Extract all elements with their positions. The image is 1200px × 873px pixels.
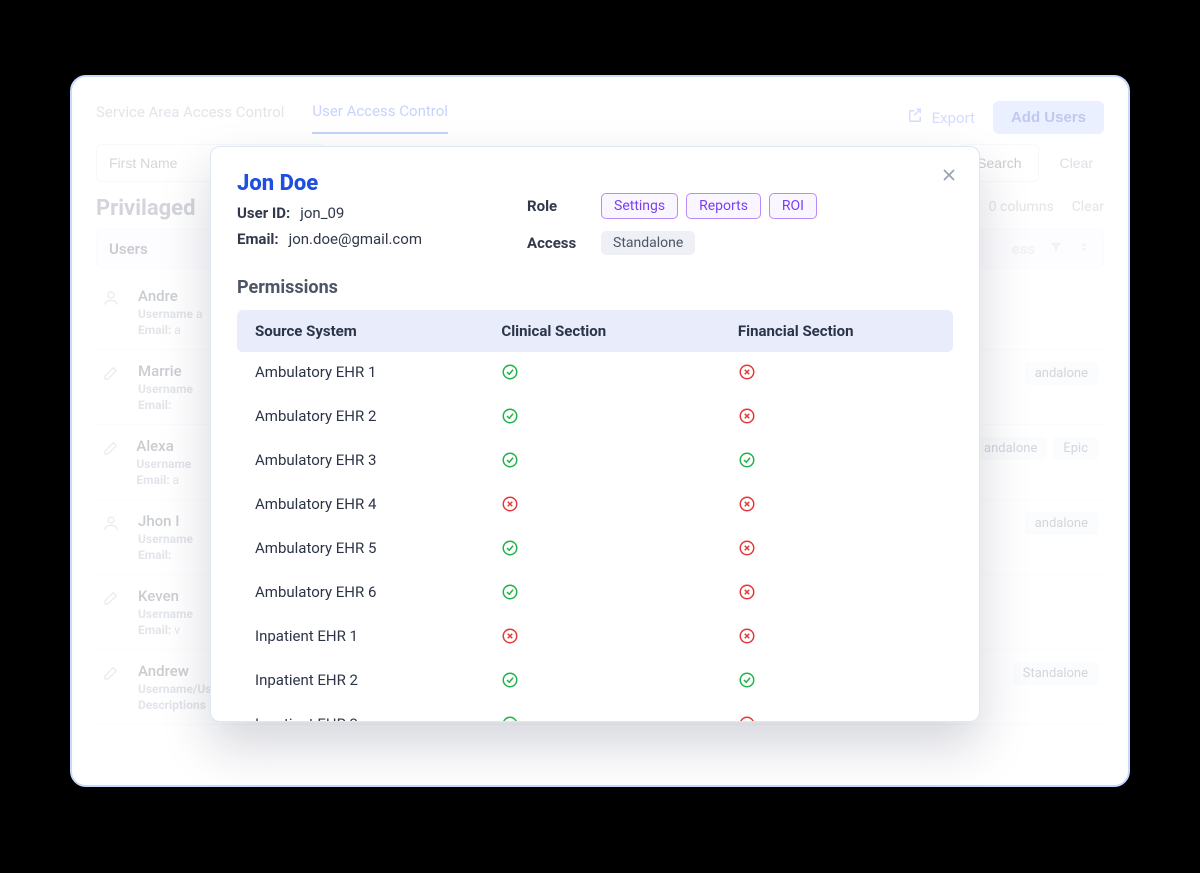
perm-financial [738, 715, 935, 722]
perm-clinical [501, 363, 738, 385]
check-circle-icon [501, 455, 519, 473]
perm-source: Ambulatory EHR 6 [255, 583, 501, 605]
email-label: Email: [237, 230, 279, 248]
permission-row: Ambulatory EHR 1 [237, 352, 953, 396]
permission-row: Ambulatory EHR 3 [237, 440, 953, 484]
perm-clinical [501, 451, 738, 473]
x-circle-icon [738, 631, 756, 649]
close-icon[interactable] [939, 165, 959, 189]
perm-source: Ambulatory EHR 5 [255, 539, 501, 561]
access-label: Access [527, 234, 587, 252]
check-circle-icon [501, 587, 519, 605]
check-circle-icon [501, 719, 519, 722]
modal-user-name: Jon Doe [237, 171, 477, 196]
perm-clinical [501, 407, 738, 429]
email-value: jon.doe@gmail.com [289, 230, 422, 248]
check-circle-icon [501, 543, 519, 561]
perm-clinical [501, 583, 738, 605]
perm-clinical [501, 627, 738, 649]
perm-financial [738, 671, 935, 693]
perm-source: Inpatient EHR 2 [255, 671, 501, 693]
x-circle-icon [738, 719, 756, 722]
perm-col-clinical: Clinical Section [501, 322, 738, 340]
perm-financial [738, 495, 935, 517]
permission-row: Inpatient EHR 3 [237, 704, 953, 722]
x-circle-icon [738, 367, 756, 385]
roles: Settings Reports ROI [601, 193, 825, 219]
user-detail-modal: Jon Doe User ID: jon_09 Email: jon.doe@g… [210, 146, 980, 722]
permission-row: Ambulatory EHR 6 [237, 572, 953, 616]
x-circle-icon [738, 587, 756, 605]
perm-source: Ambulatory EHR 3 [255, 451, 501, 473]
x-circle-icon [501, 499, 519, 517]
perm-financial [738, 627, 935, 649]
permissions-rows: Ambulatory EHR 1 Ambulatory EHR 2 Ambulato… [237, 352, 953, 722]
perm-financial [738, 583, 935, 605]
check-circle-icon [738, 455, 756, 473]
perm-clinical [501, 715, 738, 722]
permission-row: Inpatient EHR 1 [237, 616, 953, 660]
role-chip: Settings [601, 193, 678, 219]
permission-row: Ambulatory EHR 2 [237, 396, 953, 440]
perm-col-financial: Financial Section [738, 322, 935, 340]
permissions-header: Source System Clinical Section Financial… [237, 310, 953, 352]
perm-financial [738, 363, 935, 385]
user-id-label: User ID: [237, 204, 290, 222]
perm-clinical [501, 539, 738, 561]
perm-clinical [501, 495, 738, 517]
permission-row: Ambulatory EHR 4 [237, 484, 953, 528]
x-circle-icon [738, 499, 756, 517]
access-chip: Standalone [601, 231, 695, 255]
x-circle-icon [738, 411, 756, 429]
perm-source: Ambulatory EHR 4 [255, 495, 501, 517]
user-id-value: jon_09 [300, 204, 344, 222]
x-circle-icon [738, 543, 756, 561]
role-chip: ROI [769, 193, 817, 219]
perm-col-source: Source System [255, 322, 501, 340]
perm-source: Inpatient EHR 1 [255, 627, 501, 649]
perm-source: Inpatient EHR 3 [255, 715, 501, 722]
check-circle-icon [738, 675, 756, 693]
perm-financial [738, 407, 935, 429]
check-circle-icon [501, 675, 519, 693]
role-chip: Reports [686, 193, 761, 219]
perm-source: Ambulatory EHR 2 [255, 407, 501, 429]
permissions-title: Permissions [237, 277, 953, 298]
perm-source: Ambulatory EHR 1 [255, 363, 501, 385]
perm-clinical [501, 671, 738, 693]
role-label: Role [527, 197, 587, 215]
check-circle-icon [501, 367, 519, 385]
check-circle-icon [501, 411, 519, 429]
permission-row: Ambulatory EHR 5 [237, 528, 953, 572]
perm-financial [738, 539, 935, 561]
x-circle-icon [501, 631, 519, 649]
perm-financial [738, 451, 935, 473]
permission-row: Inpatient EHR 2 [237, 660, 953, 704]
